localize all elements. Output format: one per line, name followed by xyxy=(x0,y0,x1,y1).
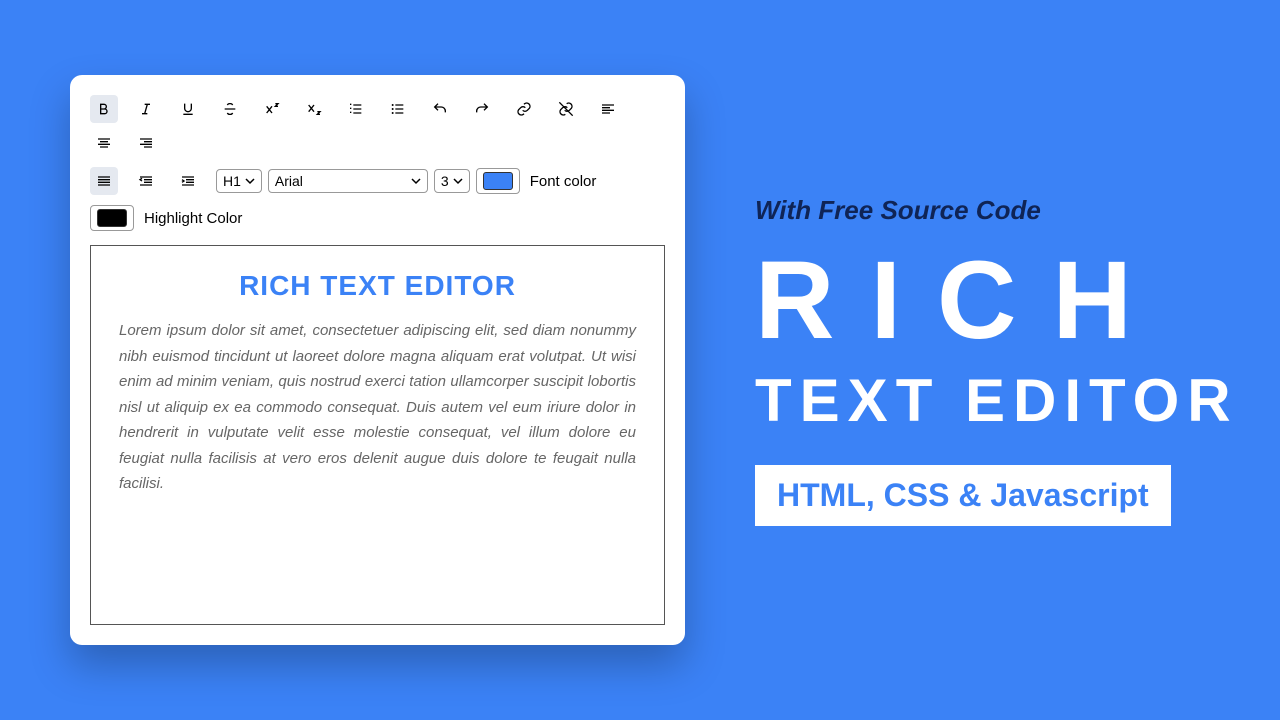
subscript-button[interactable] xyxy=(300,95,328,123)
align-left-button[interactable] xyxy=(594,95,622,123)
indent-button[interactable] xyxy=(174,167,202,195)
size-value: 3 xyxy=(441,173,449,189)
editor-body: Lorem ipsum dolor sit amet, consectetuer… xyxy=(119,318,636,497)
heading-value: H1 xyxy=(223,173,241,189)
editor-title: RICH TEXT EDITOR xyxy=(119,270,636,302)
toolbar-row-3: Highlight Color xyxy=(90,205,665,231)
promo-rich: RICH xyxy=(755,246,1240,356)
bold-button[interactable] xyxy=(90,95,118,123)
undo-button[interactable] xyxy=(426,95,454,123)
editor-content[interactable]: RICH TEXT EDITOR Lorem ipsum dolor sit a… xyxy=(90,245,665,625)
justify-button[interactable] xyxy=(90,167,118,195)
editor-card: H1 Arial 3 Font color Highlight Color RI… xyxy=(70,75,685,645)
align-right-button[interactable] xyxy=(132,129,160,157)
unlink-button[interactable] xyxy=(552,95,580,123)
redo-button[interactable] xyxy=(468,95,496,123)
highlight-color-picker[interactable] xyxy=(90,205,134,231)
promo-tagline: With Free Source Code xyxy=(755,195,1240,226)
underline-button[interactable] xyxy=(174,95,202,123)
align-center-button[interactable] xyxy=(90,129,118,157)
toolbar-row-2: H1 Arial 3 Font color xyxy=(90,167,665,195)
promo-panel: With Free Source Code RICH TEXT EDITOR H… xyxy=(685,195,1280,526)
font-value: Arial xyxy=(275,173,303,189)
link-button[interactable] xyxy=(510,95,538,123)
outdent-button[interactable] xyxy=(132,167,160,195)
font-select[interactable]: Arial xyxy=(268,169,428,193)
highlight-color-label: Highlight Color xyxy=(144,210,242,227)
unordered-list-button[interactable] xyxy=(384,95,412,123)
promo-badge: HTML, CSS & Javascript xyxy=(755,465,1171,526)
superscript-button[interactable] xyxy=(258,95,286,123)
font-color-picker[interactable] xyxy=(476,168,520,194)
font-color-label: Font color xyxy=(530,173,597,190)
promo-sub: TEXT EDITOR xyxy=(755,366,1240,435)
heading-select[interactable]: H1 xyxy=(216,169,262,193)
size-select[interactable]: 3 xyxy=(434,169,470,193)
strikethrough-button[interactable] xyxy=(216,95,244,123)
italic-button[interactable] xyxy=(132,95,160,123)
ordered-list-button[interactable] xyxy=(342,95,370,123)
highlight-color-swatch xyxy=(97,209,127,227)
font-color-swatch xyxy=(483,172,513,190)
toolbar-row-1 xyxy=(90,95,665,157)
